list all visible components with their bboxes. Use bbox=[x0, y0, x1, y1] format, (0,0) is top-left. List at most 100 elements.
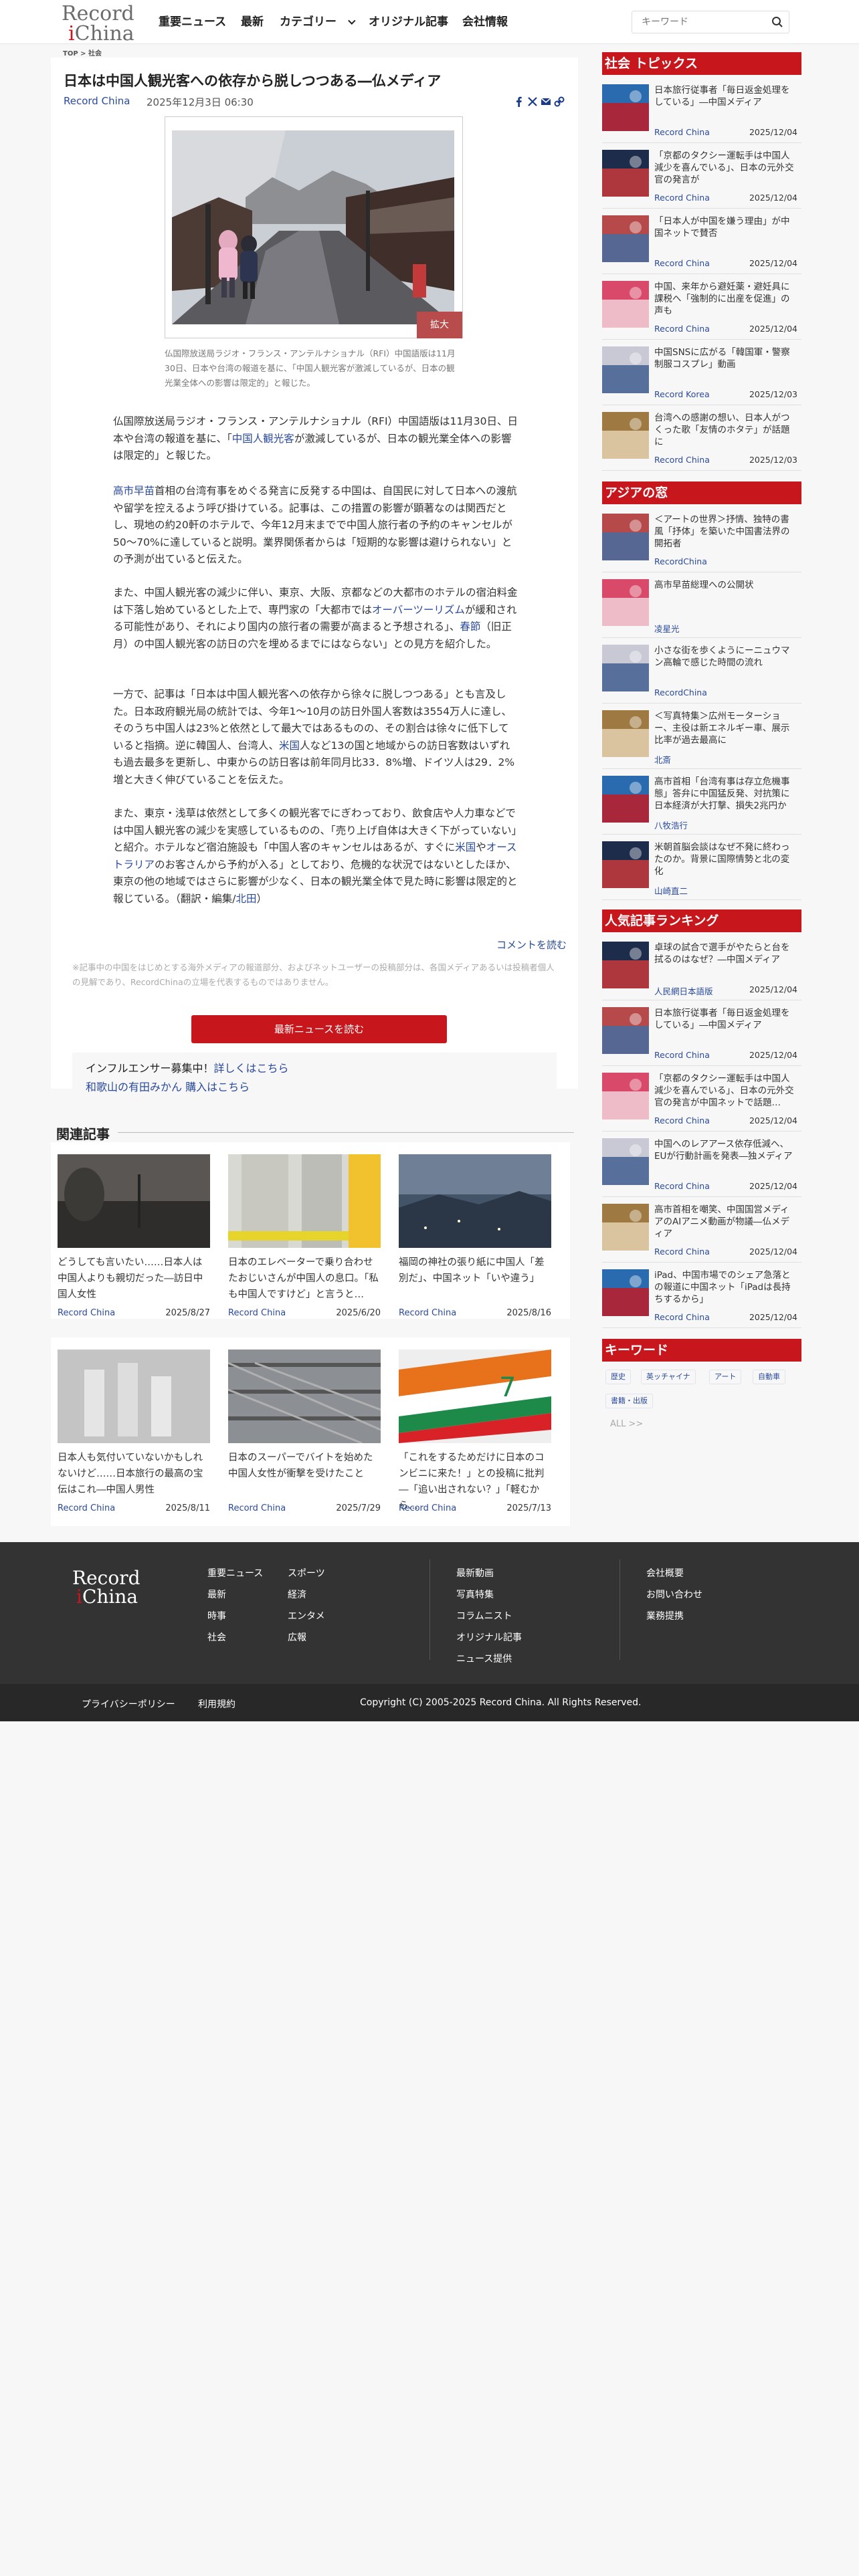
footer-link[interactable]: 時事 bbox=[207, 1609, 226, 1622]
topic-item[interactable]: 台湾への感謝の想い、日本人がつくった歌「友情のホタテ」が話題に Record Ch… bbox=[602, 407, 801, 471]
asia-item[interactable]: ＜アートの世界＞抒情、独特の書風「抒体」を築いた中国書法界の開拓者 RecordC… bbox=[602, 508, 801, 572]
editor-link[interactable]: 北田 bbox=[235, 893, 256, 905]
related-date: 2025/8/27 bbox=[165, 1308, 210, 1318]
related-thumb-1 bbox=[58, 1154, 210, 1248]
tag-link-chinese-tourists[interactable]: 中国人観光客 bbox=[232, 433, 294, 445]
asia-item[interactable]: 小さな街を歩くようにーニュウマン高輪で感じた時間の流れ RecordChina bbox=[602, 639, 801, 704]
footer-link[interactable]: お問い合わせ bbox=[646, 1588, 702, 1601]
topic-item[interactable]: 日本旅行従事者「毎日返金処理をしている」―中国メディア Record China 2… bbox=[602, 79, 801, 143]
related-source: Record China bbox=[58, 1308, 116, 1318]
article-thumbnail bbox=[602, 514, 649, 560]
facebook-icon[interactable] bbox=[514, 96, 524, 107]
topic-item[interactable]: 「京都のタクシー運転手は中国人減少を喜んでいる」、日本の元外交官の発言が Reco… bbox=[602, 144, 801, 209]
promo-details-link[interactable]: 詳しくはこちら bbox=[214, 1062, 289, 1075]
double-chevron-icon: >> bbox=[628, 1419, 644, 1429]
enlarge-button[interactable]: 拡大 bbox=[417, 312, 462, 338]
topic-item[interactable]: 中国、来年から避妊薬・避妊具に課税へ「強制的に出産を促進」の声も Record C… bbox=[602, 276, 801, 340]
topic-item[interactable]: 中国SNSに広がる「韓国軍・警察制服コスプレ」動画 Record Korea 202… bbox=[602, 341, 801, 405]
footer-link[interactable]: 写真特集 bbox=[456, 1588, 494, 1601]
related-date: 2025/8/11 bbox=[165, 1503, 210, 1513]
nav-category[interactable]: カテゴリー bbox=[280, 12, 356, 32]
footer-link[interactable]: 社会 bbox=[207, 1630, 226, 1644]
related-card[interactable]: 福岡の神社の張り紙に中国人「差別だ」、中国ネット「いや違う」 Record Ch… bbox=[399, 1154, 551, 1318]
asia-item[interactable]: 米朝首脳会談はなぜ不発に終わったのか。背景に国際情勢と北の変化 山崎直二 bbox=[602, 836, 801, 900]
keyword-all-link[interactable]: ALL >> bbox=[610, 1419, 643, 1429]
link-icon[interactable] bbox=[554, 96, 565, 107]
search-icon[interactable] bbox=[771, 16, 783, 28]
footer-link[interactable]: 最新動画 bbox=[456, 1566, 494, 1580]
nav-company-info[interactable]: 会社情報 bbox=[462, 12, 508, 32]
breadcrumb-society[interactable]: 社会 bbox=[88, 50, 102, 58]
ranking-item[interactable]: 卓球の試合で選手がやたらと台を拭るのはなぜ？―中国メディア 人民網日本語版 2025… bbox=[602, 936, 801, 1000]
keyword-tag[interactable]: 書籍・出版 bbox=[605, 1394, 653, 1408]
footer-divider bbox=[619, 1560, 620, 1660]
footer-logo[interactable]: Record iChina bbox=[72, 1569, 140, 1606]
tag-link-spring-festival[interactable]: 春節 bbox=[460, 621, 480, 633]
ranking-item[interactable]: 中国へのレアアース依存低減へ、EUが行動計画を発表―独メディア Record Ch… bbox=[602, 1133, 801, 1197]
promo-text: インフルエンサー募集中！ bbox=[86, 1062, 214, 1075]
x-twitter-icon[interactable] bbox=[527, 96, 538, 107]
ranking-item[interactable]: 「京都のタクシー運転手は中国人減少を喜んでいる」、日本の元外交官の発言が中国ネッ… bbox=[602, 1067, 801, 1132]
tag-link-takaichi[interactable]: 高市早苗 bbox=[113, 485, 155, 497]
footer-link[interactable]: 経済 bbox=[288, 1588, 306, 1601]
promo-line-1: インフルエンサー募集中！詳しくはこちら bbox=[86, 1061, 289, 1077]
footer-link[interactable]: 最新 bbox=[207, 1588, 226, 1601]
related-card[interactable]: 日本のスーパーでバイトを始めた中国人女性が衝撃を受けたこと Record Chi… bbox=[227, 1350, 381, 1513]
article-source[interactable]: Record China bbox=[64, 95, 130, 107]
terms-link[interactable]: 利用規約 bbox=[198, 1697, 235, 1711]
footer-link[interactable]: 会社概要 bbox=[646, 1566, 684, 1580]
keyword-tag[interactable]: 自動車 bbox=[753, 1370, 785, 1384]
article-thumbnail bbox=[602, 1204, 649, 1251]
ranking-item[interactable]: 日本旅行従事者「毎日返金処理をしている」―中国メディア Record China 2… bbox=[602, 1002, 801, 1066]
related-card[interactable]: 日本人も気付いていないかもしれないけど……日本旅行の最高の宝伝はこれ―中国人男性… bbox=[58, 1350, 210, 1513]
keyword-tag[interactable]: 英ッチャイナ bbox=[641, 1370, 696, 1384]
asia-item[interactable]: ＜写真特集＞広州モーターショー、主役は新エネルギー車、展示比率が過去最高に 北斎 bbox=[602, 705, 801, 769]
topic-source: Record Korea bbox=[654, 389, 710, 399]
keyword-tag[interactable]: 歴史 bbox=[605, 1370, 631, 1384]
promo-mikan-link[interactable]: 和歌山の有田みかん 購入はこちら bbox=[86, 1081, 250, 1093]
article-photo[interactable] bbox=[165, 116, 463, 338]
related-card[interactable]: どうしても言いたい……日本人は中国人よりも親切だった―訪日中国人女性 Recor… bbox=[58, 1154, 210, 1318]
footer-link[interactable]: 重要ニュース bbox=[207, 1566, 263, 1580]
footer-bottom-bar: プライバシーポリシー 利用規約 Copyright (C) 2005-2025 … bbox=[0, 1684, 859, 1721]
footer-link[interactable]: スポーツ bbox=[288, 1566, 325, 1580]
related-card[interactable]: 日本のエレベーターで乗り合わせたおじいさんが中国人の息口。「私も中国人ですけど」… bbox=[228, 1154, 381, 1318]
ranking-item[interactable]: iPad、中国市場でのシェア急落との報道に中国ネット「iPadは長持ちするから」… bbox=[602, 1264, 801, 1328]
topic-item[interactable]: 「日本人が中国を嫌う理由」が中国ネットで賛否 Record China 2025/1… bbox=[602, 210, 801, 274]
nav-important-news[interactable]: 重要ニュース bbox=[159, 12, 226, 32]
topics-heading: 社会 トピックス bbox=[602, 52, 801, 75]
site-logo[interactable]: Record iChina bbox=[62, 4, 135, 44]
ranking-title: iPad、中国市場でのシェア急落との報道に中国ネット「iPadは長持ちするから」 bbox=[654, 1270, 791, 1305]
related-thumb-5 bbox=[227, 1350, 381, 1444]
footer-link[interactable]: 業務提携 bbox=[646, 1609, 684, 1622]
footer-link[interactable]: コラムニスト bbox=[456, 1609, 512, 1622]
footer-link[interactable]: 広報 bbox=[288, 1630, 306, 1644]
privacy-policy-link[interactable]: プライバシーポリシー bbox=[82, 1697, 175, 1711]
read-comments-link[interactable]: コメントを読む bbox=[496, 938, 567, 952]
related-source: Record China bbox=[228, 1308, 286, 1318]
article-thumbnail bbox=[602, 942, 649, 988]
related-card[interactable]: 7 「これをするためだけに日本のコンビニに来た！」との投稿に批判―「追い出されな… bbox=[399, 1350, 551, 1513]
asia-item[interactable]: 高市早苗総理への公開状 凌星光 bbox=[602, 574, 801, 638]
tag-link-overtourism[interactable]: オーバーツーリズム bbox=[372, 604, 465, 616]
keyword-tag[interactable]: アート bbox=[709, 1370, 742, 1384]
nav-latest[interactable]: 最新 bbox=[241, 12, 264, 32]
nav-original-articles[interactable]: オリジナル記事 bbox=[369, 12, 448, 32]
footer-link[interactable]: オリジナル記事 bbox=[456, 1630, 522, 1644]
tag-link-usa[interactable]: 米国 bbox=[279, 740, 300, 752]
related-title: 日本人も気付いていないかもしれないけど……日本旅行の最高の宝伝はこれ―中国人男性 bbox=[58, 1453, 203, 1495]
ranking-item[interactable]: 高市首相を嘲笑、中国国営メディアのAIアニメ動画が物議―仏メディア Record … bbox=[602, 1198, 801, 1263]
snowy-street-image bbox=[172, 130, 454, 324]
asia-author: 凌星光 bbox=[654, 624, 680, 634]
search-input[interactable] bbox=[632, 11, 759, 33]
mail-icon[interactable] bbox=[541, 96, 551, 107]
related-title: どうしても言いたい……日本人は中国人よりも親切だった―訪日中国人女性 bbox=[58, 1257, 203, 1300]
asia-item[interactable]: 高市首相「台湾有事は存立危機事態」答弁に中国猛反発、対抗策に日本経済が大打撃、損… bbox=[602, 770, 801, 835]
footer-link[interactable]: ニュース提供 bbox=[456, 1652, 512, 1665]
keyword-heading: キーワード bbox=[602, 1339, 801, 1362]
read-latest-news-button[interactable]: 最新ニュースを読む bbox=[191, 1015, 447, 1043]
tag-link-usa-2[interactable]: 米国 bbox=[455, 841, 476, 853]
breadcrumb-top[interactable]: TOP bbox=[63, 50, 78, 58]
footer-link[interactable]: エンタメ bbox=[288, 1609, 325, 1622]
article-title: 日本は中国人観光客への依存から脱しつつある―仏メディア bbox=[64, 73, 442, 89]
